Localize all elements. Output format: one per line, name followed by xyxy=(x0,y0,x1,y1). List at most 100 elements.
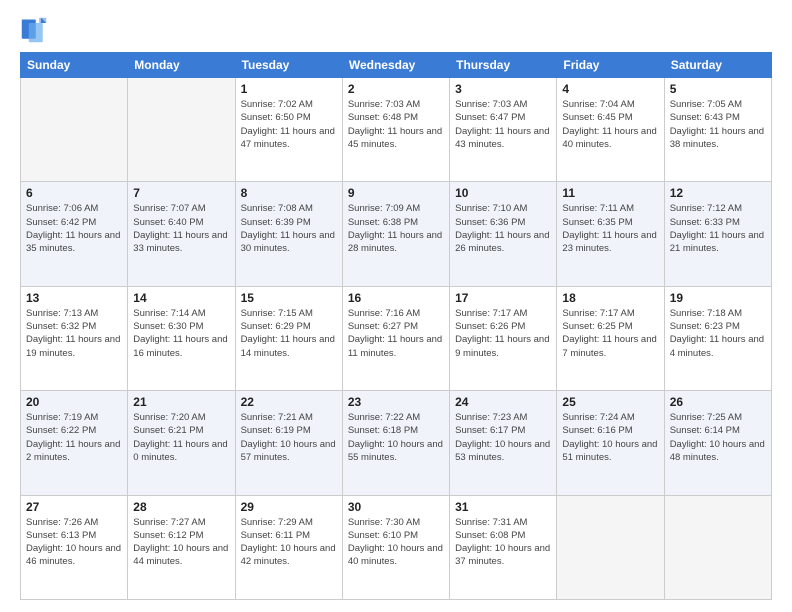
day-number: 28 xyxy=(133,500,229,514)
day-cell: 21Sunrise: 7:20 AMSunset: 6:21 PMDayligh… xyxy=(128,391,235,495)
day-info: Sunrise: 7:10 AMSunset: 6:36 PMDaylight:… xyxy=(455,202,551,255)
week-row-1: 1 Sunrise: 7:02 AMSunset: 6:50 PMDaylight… xyxy=(21,78,772,182)
day-number: 18 xyxy=(562,291,658,305)
day-cell: 25 Sunrise: 7:24 AMSunset: 6:16 PMDayligh… xyxy=(557,391,664,495)
day-info: Sunrise: 7:07 AMSunset: 6:40 PMDaylight:… xyxy=(133,202,229,255)
day-info: Sunrise: 7:19 AMSunset: 6:22 PMDaylight:… xyxy=(26,411,122,464)
day-info: Sunrise: 7:11 AMSunset: 6:35 PMDaylight:… xyxy=(562,202,658,255)
logo-icon xyxy=(20,16,48,44)
header-wednesday: Wednesday xyxy=(342,53,449,78)
day-cell: 10 Sunrise: 7:10 AMSunset: 6:36 PMDayligh… xyxy=(450,182,557,286)
day-cell: 17 Sunrise: 7:17 AMSunset: 6:26 PMDayligh… xyxy=(450,286,557,390)
day-info: Sunrise: 7:05 AMSunset: 6:43 PMDaylight:… xyxy=(670,98,766,151)
header-saturday: Saturday xyxy=(664,53,771,78)
day-info: Sunrise: 7:30 AMSunset: 6:10 PMDaylight:… xyxy=(348,516,444,569)
day-cell: 30 Sunrise: 7:30 AMSunset: 6:10 PMDayligh… xyxy=(342,495,449,599)
day-cell: 28Sunrise: 7:27 AMSunset: 6:12 PMDayligh… xyxy=(128,495,235,599)
day-cell: 19Sunrise: 7:18 AMSunset: 6:23 PMDayligh… xyxy=(664,286,771,390)
header-friday: Friday xyxy=(557,53,664,78)
day-cell: 16 Sunrise: 7:16 AMSunset: 6:27 PMDayligh… xyxy=(342,286,449,390)
day-number: 23 xyxy=(348,395,444,409)
day-cell xyxy=(21,78,128,182)
day-number: 1 xyxy=(241,82,337,96)
day-cell: 22 Sunrise: 7:21 AMSunset: 6:19 PMDayligh… xyxy=(235,391,342,495)
week-row-3: 13 Sunrise: 7:13 AMSunset: 6:32 PMDayligh… xyxy=(21,286,772,390)
calendar-header-row: SundayMondayTuesdayWednesdayThursdayFrid… xyxy=(21,53,772,78)
day-cell: 29 Sunrise: 7:29 AMSunset: 6:11 PMDayligh… xyxy=(235,495,342,599)
day-info: Sunrise: 7:25 AMSunset: 6:14 PMDaylight:… xyxy=(670,411,766,464)
day-number: 27 xyxy=(26,500,122,514)
day-number: 12 xyxy=(670,186,766,200)
header-sunday: Sunday xyxy=(21,53,128,78)
day-info: Sunrise: 7:17 AMSunset: 6:25 PMDaylight:… xyxy=(562,307,658,360)
day-info: Sunrise: 7:02 AMSunset: 6:50 PMDaylight:… xyxy=(241,98,337,151)
week-row-4: 20 Sunrise: 7:19 AMSunset: 6:22 PMDayligh… xyxy=(21,391,772,495)
day-number: 2 xyxy=(348,82,444,96)
day-cell: 18 Sunrise: 7:17 AMSunset: 6:25 PMDayligh… xyxy=(557,286,664,390)
day-number: 29 xyxy=(241,500,337,514)
day-cell: 8 Sunrise: 7:08 AMSunset: 6:39 PMDaylight… xyxy=(235,182,342,286)
day-info: Sunrise: 7:04 AMSunset: 6:45 PMDaylight:… xyxy=(562,98,658,151)
day-info: Sunrise: 7:13 AMSunset: 6:32 PMDaylight:… xyxy=(26,307,122,360)
day-number: 10 xyxy=(455,186,551,200)
week-row-2: 6 Sunrise: 7:06 AMSunset: 6:42 PMDaylight… xyxy=(21,182,772,286)
day-cell: 26 Sunrise: 7:25 AMSunset: 6:14 PMDayligh… xyxy=(664,391,771,495)
day-cell: 31 Sunrise: 7:31 AMSunset: 6:08 PMDayligh… xyxy=(450,495,557,599)
day-info: Sunrise: 7:16 AMSunset: 6:27 PMDaylight:… xyxy=(348,307,444,360)
day-info: Sunrise: 7:21 AMSunset: 6:19 PMDaylight:… xyxy=(241,411,337,464)
day-number: 7 xyxy=(133,186,229,200)
day-info: Sunrise: 7:15 AMSunset: 6:29 PMDaylight:… xyxy=(241,307,337,360)
day-number: 8 xyxy=(241,186,337,200)
day-number: 19 xyxy=(670,291,766,305)
day-cell: 9Sunrise: 7:09 AMSunset: 6:38 PMDaylight… xyxy=(342,182,449,286)
header-tuesday: Tuesday xyxy=(235,53,342,78)
day-cell xyxy=(664,495,771,599)
day-cell: 6 Sunrise: 7:06 AMSunset: 6:42 PMDaylight… xyxy=(21,182,128,286)
day-info: Sunrise: 7:03 AMSunset: 6:48 PMDaylight:… xyxy=(348,98,444,151)
day-cell: 2 Sunrise: 7:03 AMSunset: 6:48 PMDaylight… xyxy=(342,78,449,182)
day-cell: 20 Sunrise: 7:19 AMSunset: 6:22 PMDayligh… xyxy=(21,391,128,495)
day-cell: 3 Sunrise: 7:03 AMSunset: 6:47 PMDaylight… xyxy=(450,78,557,182)
day-number: 6 xyxy=(26,186,122,200)
day-info: Sunrise: 7:31 AMSunset: 6:08 PMDaylight:… xyxy=(455,516,551,569)
day-number: 25 xyxy=(562,395,658,409)
day-cell: 23 Sunrise: 7:22 AMSunset: 6:18 PMDayligh… xyxy=(342,391,449,495)
day-cell xyxy=(557,495,664,599)
day-number: 4 xyxy=(562,82,658,96)
day-info: Sunrise: 7:22 AMSunset: 6:18 PMDaylight:… xyxy=(348,411,444,464)
day-info: Sunrise: 7:09 AMSunset: 6:38 PMDaylight:… xyxy=(348,202,444,255)
day-number: 14 xyxy=(133,291,229,305)
day-info: Sunrise: 7:12 AMSunset: 6:33 PMDaylight:… xyxy=(670,202,766,255)
day-info: Sunrise: 7:03 AMSunset: 6:47 PMDaylight:… xyxy=(455,98,551,151)
day-info: Sunrise: 7:14 AMSunset: 6:30 PMDaylight:… xyxy=(133,307,229,360)
header-monday: Monday xyxy=(128,53,235,78)
calendar-table: SundayMondayTuesdayWednesdayThursdayFrid… xyxy=(20,52,772,600)
day-cell: 15Sunrise: 7:15 AMSunset: 6:29 PMDayligh… xyxy=(235,286,342,390)
day-cell: 24 Sunrise: 7:23 AMSunset: 6:17 PMDayligh… xyxy=(450,391,557,495)
day-number: 22 xyxy=(241,395,337,409)
day-number: 21 xyxy=(133,395,229,409)
day-number: 3 xyxy=(455,82,551,96)
day-info: Sunrise: 7:24 AMSunset: 6:16 PMDaylight:… xyxy=(562,411,658,464)
day-info: Sunrise: 7:08 AMSunset: 6:39 PMDaylight:… xyxy=(241,202,337,255)
day-number: 31 xyxy=(455,500,551,514)
day-info: Sunrise: 7:29 AMSunset: 6:11 PMDaylight:… xyxy=(241,516,337,569)
day-number: 20 xyxy=(26,395,122,409)
day-number: 5 xyxy=(670,82,766,96)
day-number: 26 xyxy=(670,395,766,409)
day-info: Sunrise: 7:06 AMSunset: 6:42 PMDaylight:… xyxy=(26,202,122,255)
header xyxy=(20,16,772,44)
logo xyxy=(20,16,52,44)
day-cell: 1 Sunrise: 7:02 AMSunset: 6:50 PMDaylight… xyxy=(235,78,342,182)
day-cell: 27Sunrise: 7:26 AMSunset: 6:13 PMDayligh… xyxy=(21,495,128,599)
day-number: 13 xyxy=(26,291,122,305)
day-number: 17 xyxy=(455,291,551,305)
day-number: 30 xyxy=(348,500,444,514)
day-number: 16 xyxy=(348,291,444,305)
day-info: Sunrise: 7:23 AMSunset: 6:17 PMDaylight:… xyxy=(455,411,551,464)
day-cell: 11Sunrise: 7:11 AMSunset: 6:35 PMDayligh… xyxy=(557,182,664,286)
day-info: Sunrise: 7:17 AMSunset: 6:26 PMDaylight:… xyxy=(455,307,551,360)
day-number: 24 xyxy=(455,395,551,409)
day-cell: 13 Sunrise: 7:13 AMSunset: 6:32 PMDayligh… xyxy=(21,286,128,390)
day-cell: 12 Sunrise: 7:12 AMSunset: 6:33 PMDayligh… xyxy=(664,182,771,286)
